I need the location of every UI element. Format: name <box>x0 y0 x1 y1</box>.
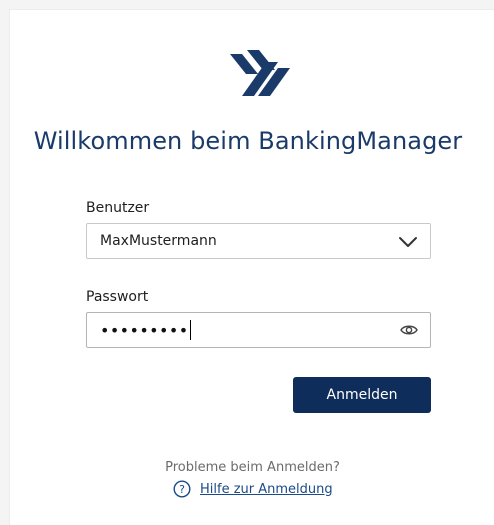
chevron-down-icon[interactable] <box>398 235 418 249</box>
text-cursor <box>189 320 191 340</box>
user-select-value: MaxMustermann <box>100 233 217 249</box>
password-field[interactable]: ••••••••• <box>86 312 431 348</box>
login-problem-text: Probleme beim Anmelden? <box>165 460 340 475</box>
logo-icon <box>230 50 290 96</box>
login-card: Willkommen beim BankingManager Benutzer … <box>9 9 494 525</box>
eye-icon[interactable] <box>400 323 418 337</box>
password-value: ••••••••• <box>100 320 189 340</box>
password-label: Passwort <box>86 289 149 305</box>
question-circle-icon: ? <box>173 480 191 498</box>
svg-text:?: ? <box>179 483 185 496</box>
user-label: Benutzer <box>86 200 150 216</box>
help-row: ? Hilfe zur Anmeldung <box>173 480 333 498</box>
user-select[interactable]: MaxMustermann <box>86 223 431 259</box>
login-button[interactable]: Anmelden <box>293 377 431 413</box>
help-link[interactable]: Hilfe zur Anmeldung <box>200 482 333 497</box>
page-title: Willkommen beim BankingManager <box>33 127 463 155</box>
